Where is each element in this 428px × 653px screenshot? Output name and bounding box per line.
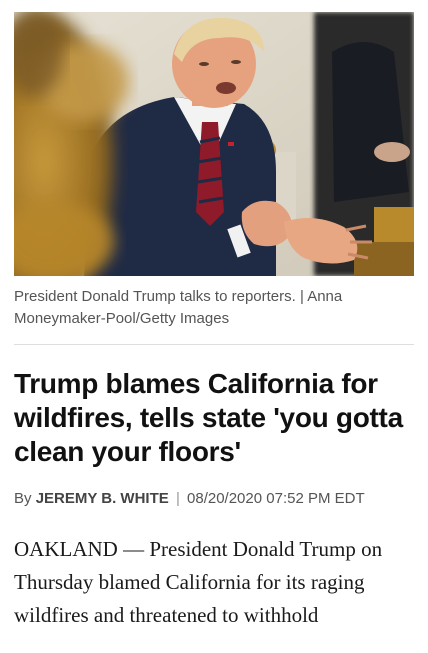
photo-caption: President Donald Trump talks to reporter…	[14, 288, 343, 327]
byline-prefix: By	[14, 490, 32, 507]
article-body-lead: OAKLAND — President Donald Trump on Thur…	[14, 537, 383, 627]
caption-divider	[14, 344, 414, 345]
byline-separator: |	[175, 490, 180, 507]
byline: By JEREMY B. WHITE | 08/20/2020 07:52 PM…	[14, 489, 414, 509]
article-headline: Trump blames California for wildfires, t…	[14, 368, 403, 467]
photo-illustration	[14, 12, 414, 276]
author-link[interactable]: JEREMY B. WHITE	[36, 490, 169, 507]
article-photo[interactable]	[14, 12, 414, 276]
publish-datetime: 08/20/2020 07:52 PM EDT	[187, 490, 365, 507]
article: President Donald Trump talks to reporter…	[14, 12, 414, 653]
